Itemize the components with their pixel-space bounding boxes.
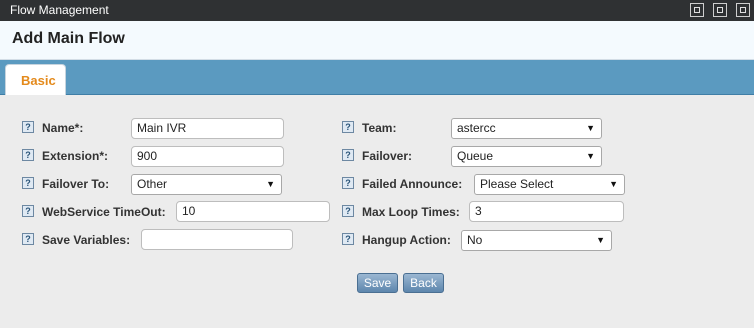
failed-announce-label: Failed Announce:: [362, 177, 463, 191]
tab-bar: Basic: [0, 60, 754, 95]
help-icon[interactable]: ?: [22, 121, 34, 133]
save-button[interactable]: Save: [357, 273, 398, 293]
extension-label: Extension*:: [42, 149, 109, 163]
back-button[interactable]: Back: [403, 273, 444, 293]
team-value: astercc: [457, 121, 496, 135]
help-icon[interactable]: ?: [342, 177, 354, 189]
window-titlebar: Flow Management: [0, 0, 754, 21]
chevron-down-icon: ▼: [586, 123, 595, 133]
hangup-action-label: Hangup Action:: [362, 233, 451, 247]
window-title: Flow Management: [10, 3, 109, 17]
tab-basic-label: Basic: [21, 73, 56, 88]
tab-basic[interactable]: Basic: [5, 64, 66, 95]
help-icon[interactable]: ?: [342, 205, 354, 217]
failover-to-value: Other: [137, 177, 168, 191]
help-icon[interactable]: ?: [22, 177, 34, 189]
help-icon[interactable]: ?: [342, 233, 354, 245]
team-label: Team:: [362, 121, 397, 135]
failover-label: Failover:: [362, 149, 413, 163]
page-title: Add Main Flow: [12, 30, 125, 47]
save-variables-input[interactable]: [141, 229, 293, 250]
hangup-action-select[interactable]: No ▼: [461, 230, 612, 251]
form-panel: ? Name*: Main IVR ? Extension*: 900 ? Fa…: [0, 95, 754, 328]
name-label: Name*:: [42, 121, 84, 135]
failed-announce-value: Please Select: [480, 177, 554, 191]
chevron-down-icon: ▼: [609, 179, 618, 189]
help-icon[interactable]: ?: [342, 149, 354, 161]
name-input[interactable]: Main IVR: [131, 118, 284, 139]
webservice-timeout-label: WebService TimeOut:: [42, 205, 166, 219]
failover-to-select[interactable]: Other ▼: [131, 174, 282, 195]
maximize-icon[interactable]: [713, 3, 727, 17]
help-icon[interactable]: ?: [342, 121, 354, 133]
chevron-down-icon: ▼: [596, 235, 605, 245]
help-icon[interactable]: ?: [22, 233, 34, 245]
page-header: Add Main Flow: [0, 21, 754, 60]
close-icon[interactable]: [736, 3, 750, 17]
help-icon[interactable]: ?: [22, 149, 34, 161]
minimize-icon[interactable]: [690, 3, 704, 17]
chevron-down-icon: ▼: [266, 179, 275, 189]
max-loop-times-label: Max Loop Times:: [362, 205, 460, 219]
failed-announce-select[interactable]: Please Select ▼: [474, 174, 625, 195]
team-select[interactable]: astercc ▼: [451, 118, 602, 139]
help-icon[interactable]: ?: [22, 205, 34, 217]
extension-input[interactable]: 900: [131, 146, 284, 167]
failover-value: Queue: [457, 149, 494, 163]
failover-select[interactable]: Queue ▼: [451, 146, 602, 167]
save-variables-label: Save Variables:: [42, 233, 131, 247]
chevron-down-icon: ▼: [586, 151, 595, 161]
webservice-timeout-input[interactable]: 10: [176, 201, 330, 222]
max-loop-times-input[interactable]: 3: [469, 201, 624, 222]
hangup-action-value: No: [467, 233, 483, 247]
failover-to-label: Failover To:: [42, 177, 110, 191]
